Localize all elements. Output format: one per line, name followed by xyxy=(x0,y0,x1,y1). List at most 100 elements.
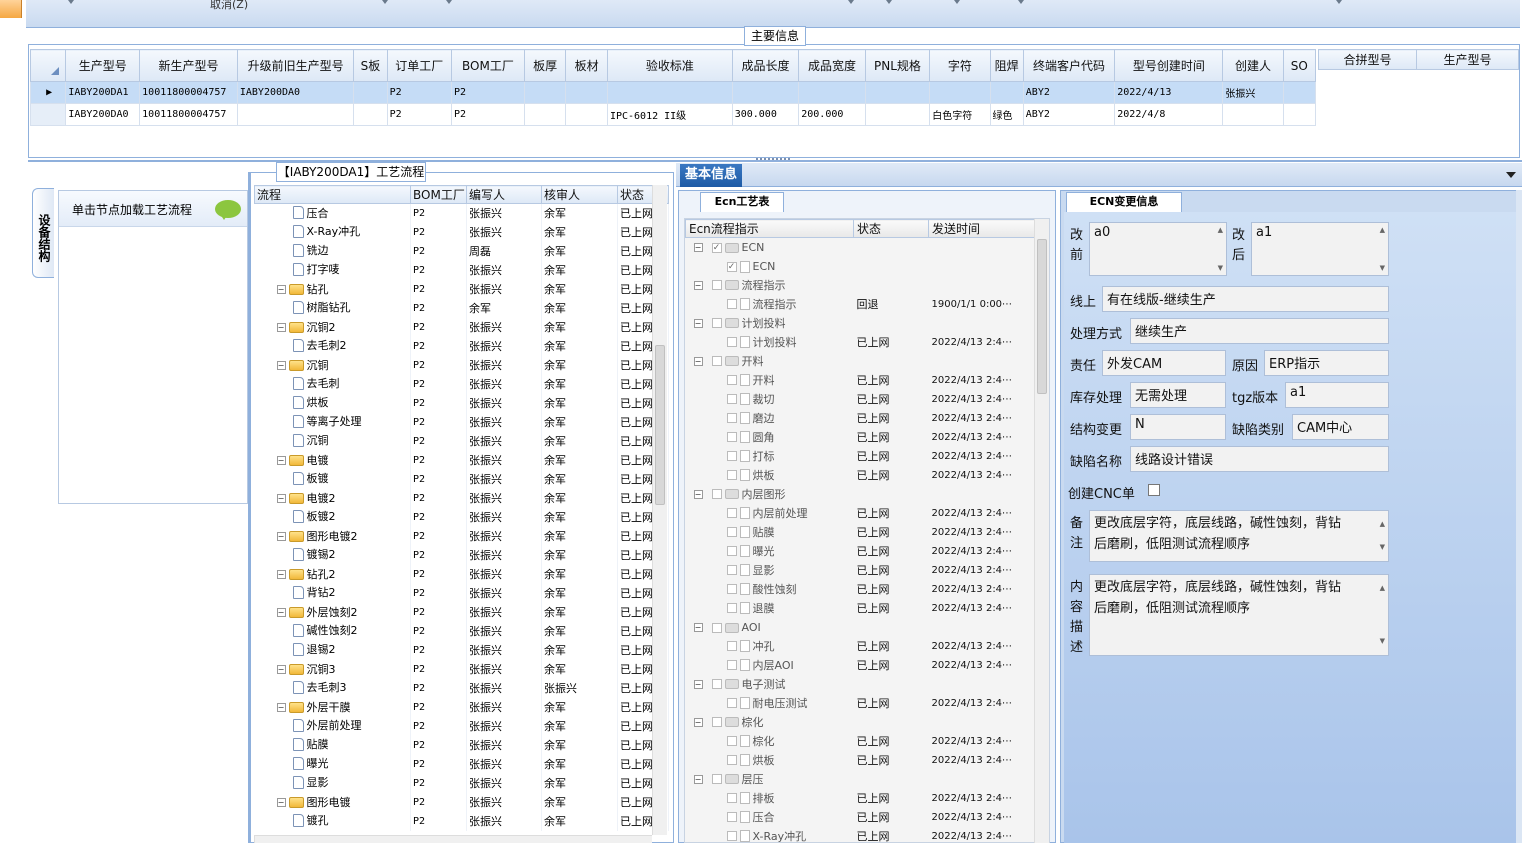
cell-bom[interactable]: P2 xyxy=(410,317,467,337)
table-cell[interactable] xyxy=(523,81,567,104)
tree-row[interactable]: 外层前处理 P2 张振兴 余军 已上网 xyxy=(254,716,669,736)
cell-writer[interactable]: 张振兴 xyxy=(466,488,542,508)
node-checkbox[interactable] xyxy=(726,546,737,556)
tree-row[interactable]: − 图形电镀2 P2 张振兴 余军 已上网 xyxy=(254,526,669,546)
tree-node[interactable]: 棕化 xyxy=(686,732,854,751)
tree-node[interactable]: − ✓ ECN xyxy=(686,238,854,257)
cell-time[interactable]: 2022/4/13 2:4⋯ xyxy=(929,789,1036,808)
before-field[interactable]: a0 ▲ ▼ xyxy=(1089,222,1227,276)
collapse-toggle-icon[interactable]: − xyxy=(276,493,286,503)
tree-node[interactable]: − 外层蚀刻2 xyxy=(254,602,411,622)
cell-bom[interactable]: P2 xyxy=(410,374,467,394)
tree-node[interactable]: − 电镀 xyxy=(254,450,411,470)
cell-writer[interactable]: 张振兴 xyxy=(466,336,542,356)
collapse-toggle-icon[interactable]: − xyxy=(693,489,703,499)
tab-ecn-change[interactable]: ECN变更信息 xyxy=(1066,192,1182,212)
tree-node[interactable]: 板镀 xyxy=(254,469,411,489)
cell-bom[interactable]: P2 xyxy=(410,792,467,812)
cell-time[interactable] xyxy=(929,485,1036,504)
collapse-toggle-icon[interactable]: − xyxy=(693,774,703,784)
cell-writer[interactable]: 张振兴 xyxy=(466,507,542,527)
table-cell[interactable]: ABY2 xyxy=(1022,81,1116,104)
stock-field[interactable]: 无需处理 xyxy=(1130,382,1226,408)
cell-time[interactable]: 2022/4/13 2:4⋯ xyxy=(929,409,1036,428)
scroll-thumb[interactable] xyxy=(655,345,665,505)
tree-row[interactable]: 压合 P2 张振兴 余军 已上网 xyxy=(254,203,669,223)
node-checkbox[interactable] xyxy=(726,527,737,537)
table-row[interactable]: ▶ IABY200DA1 10011800004757 IABY200DA0 P2 P2 A… xyxy=(29,81,1317,104)
tree-node[interactable]: 铣边 xyxy=(254,241,411,261)
cell-time[interactable]: 2022/4/13 2:4⋯ xyxy=(929,390,1036,409)
table-cell[interactable] xyxy=(565,103,608,126)
tree-node[interactable]: 计划投料 xyxy=(686,333,854,352)
cell-writer[interactable]: 张振兴 xyxy=(466,602,542,622)
tree-row[interactable]: 内层AOI 已上网 2022/4/13 2:4⋯ xyxy=(686,656,1036,675)
cell-writer[interactable]: 张振兴 xyxy=(466,735,542,755)
tree-node[interactable]: − 沉铜2 xyxy=(254,317,411,337)
table-cell[interactable] xyxy=(523,103,567,126)
cell-time[interactable] xyxy=(929,713,1036,732)
column-header[interactable]: 验收标准 xyxy=(606,49,733,82)
tree-row[interactable]: 打标 已上网 2022/4/13 2:4⋯ xyxy=(686,447,1036,466)
dropdown-arrow-icon[interactable] xyxy=(1018,0,1024,4)
after-field[interactable]: a1 ▲ ▼ xyxy=(1251,222,1389,276)
cell-time[interactable]: 2022/4/13 2:4⋯ xyxy=(929,542,1036,561)
tree-row[interactable]: 退膜 已上网 2022/4/13 2:4⋯ xyxy=(686,599,1036,618)
tree-row[interactable]: 磨边 已上网 2022/4/13 2:4⋯ xyxy=(686,409,1036,428)
cell-status[interactable]: 已上网 xyxy=(854,447,929,466)
node-checkbox[interactable] xyxy=(726,698,737,708)
tree-node[interactable]: 冲孔 xyxy=(686,637,854,656)
table-cell[interactable]: 2022/4/8 xyxy=(1114,103,1224,126)
dropdown-arrow-icon[interactable] xyxy=(446,0,452,4)
tree-node[interactable]: − 图形电镀 xyxy=(254,792,411,812)
tree-row[interactable]: 耐电压测试 已上网 2022/4/13 2:4⋯ xyxy=(686,694,1036,713)
table-cell[interactable]: IPC-6012 II级 xyxy=(606,103,733,126)
splitter-line[interactable] xyxy=(1516,190,1522,843)
cell-bom[interactable]: P2 xyxy=(410,526,467,546)
table-cell[interactable]: 10011800004757 xyxy=(139,103,238,126)
ecn-vertical-scrollbar[interactable] xyxy=(1034,219,1049,843)
node-checkbox[interactable] xyxy=(726,755,737,765)
cell-writer[interactable]: 张振兴 xyxy=(466,260,542,280)
tree-row[interactable]: − AOI xyxy=(686,618,1036,637)
online-field[interactable]: 有在线版-继续生产 xyxy=(1102,286,1389,312)
cell-time[interactable] xyxy=(929,675,1036,694)
tree-row[interactable]: 计划投料 已上网 2022/4/13 2:4⋯ xyxy=(686,333,1036,352)
table-cell[interactable]: ABY2 xyxy=(1022,103,1116,126)
cell-time[interactable]: 2022/4/13 2:4⋯ xyxy=(929,428,1036,447)
tree-node[interactable]: − 沉铜3 xyxy=(254,659,411,679)
tree-row[interactable]: − 内层图形 xyxy=(686,485,1036,504)
tree-row[interactable]: − 沉铜2 P2 张振兴 余军 已上网 xyxy=(254,317,669,337)
cell-checker[interactable]: 余军 xyxy=(541,792,618,812)
cell-bom[interactable]: P2 xyxy=(410,621,467,641)
cell-writer[interactable]: 张振兴 xyxy=(466,203,542,223)
tree-node[interactable]: 打标 xyxy=(686,447,854,466)
cell-checker[interactable]: 余军 xyxy=(541,450,618,470)
tree-node[interactable]: X-Ray冲孔 xyxy=(254,222,411,242)
tree-row[interactable]: 沉铜 P2 张振兴 余军 已上网 xyxy=(254,431,669,451)
column-header[interactable]: 生产型号 xyxy=(65,49,141,82)
column-header[interactable]: 阻焊 xyxy=(989,49,1024,82)
cell-status[interactable]: 已上网 xyxy=(854,333,929,352)
tree-row[interactable]: 裁切 已上网 2022/4/13 2:4⋯ xyxy=(686,390,1036,409)
table-cell[interactable]: P2 xyxy=(386,81,453,104)
cell-writer[interactable]: 张振兴 xyxy=(466,412,542,432)
tree-row[interactable]: 镀锡2 P2 张振兴 余军 已上网 xyxy=(254,545,669,565)
column-header[interactable]: 板材 xyxy=(565,49,608,82)
scroll-thumb[interactable] xyxy=(1037,239,1047,394)
cell-bom[interactable]: P2 xyxy=(410,735,467,755)
tree-row[interactable]: − 外层蚀刻2 P2 张振兴 余军 已上网 xyxy=(254,602,669,622)
tree-node[interactable]: 显影 xyxy=(254,773,411,793)
node-checkbox[interactable] xyxy=(711,774,722,784)
tree-row[interactable]: 等离子处理 P2 张振兴 余军 已上网 xyxy=(254,412,669,432)
cell-writer[interactable]: 张振兴 xyxy=(466,355,542,375)
column-header[interactable]: SO xyxy=(1282,49,1317,82)
node-checkbox[interactable] xyxy=(711,280,722,290)
table-cell[interactable]: 200.000 xyxy=(798,103,866,126)
cell-status[interactable] xyxy=(854,770,929,789)
tree-node[interactable]: 流程指示 xyxy=(686,295,854,314)
cell-writer[interactable]: 张振兴 xyxy=(466,659,542,679)
cell-bom[interactable]: P2 xyxy=(410,564,467,584)
defect-name-field[interactable]: 线路设计错误 xyxy=(1130,446,1389,472)
tree-node[interactable]: 内层AOI xyxy=(686,656,854,675)
